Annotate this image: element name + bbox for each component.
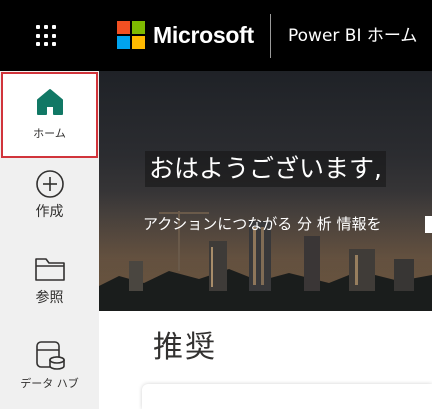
left-nav: ホーム 作成 参照 データ ハブ [0,71,99,409]
microsoft-logo-icon [117,21,145,49]
hero-banner: おはようございます, アクションにつながる 分 析 情報を [99,71,432,311]
hero-greeting: おはようございます, [145,151,386,187]
recommended-card[interactable] [142,384,432,409]
hero-subtitle: アクションにつながる 分 析 情報を [143,215,382,233]
main-content: おはようございます, アクションにつながる 分 析 情報を 推奨 [99,71,432,409]
hero-subtitle-cutoff [425,216,432,233]
brand-name: Microsoft [153,22,254,48]
data-hub-icon [35,341,65,370]
section-title-recommended: 推奨 [153,330,217,365]
nav-item-browse[interactable]: 参照 [0,255,99,307]
nav-item-label: ホーム [33,127,66,140]
create-plus-icon [35,170,64,198]
city-skyline-image [99,191,432,311]
nav-item-home[interactable]: ホーム [1,72,98,158]
top-bar: Microsoft Power BI ホーム [0,0,432,71]
app-launcher-icon[interactable] [36,25,58,47]
home-icon [36,89,63,115]
nav-item-label: 作成 [35,204,64,220]
nav-item-label: 参照 [35,290,64,306]
nav-item-data-hub[interactable]: データ ハブ [0,339,99,393]
nav-item-label: データ ハブ [20,377,79,390]
header-divider [270,14,271,58]
browse-folder-icon [34,258,65,281]
product-title[interactable]: Power BI ホーム [288,24,417,48]
nav-item-create[interactable]: 作成 [0,169,99,221]
